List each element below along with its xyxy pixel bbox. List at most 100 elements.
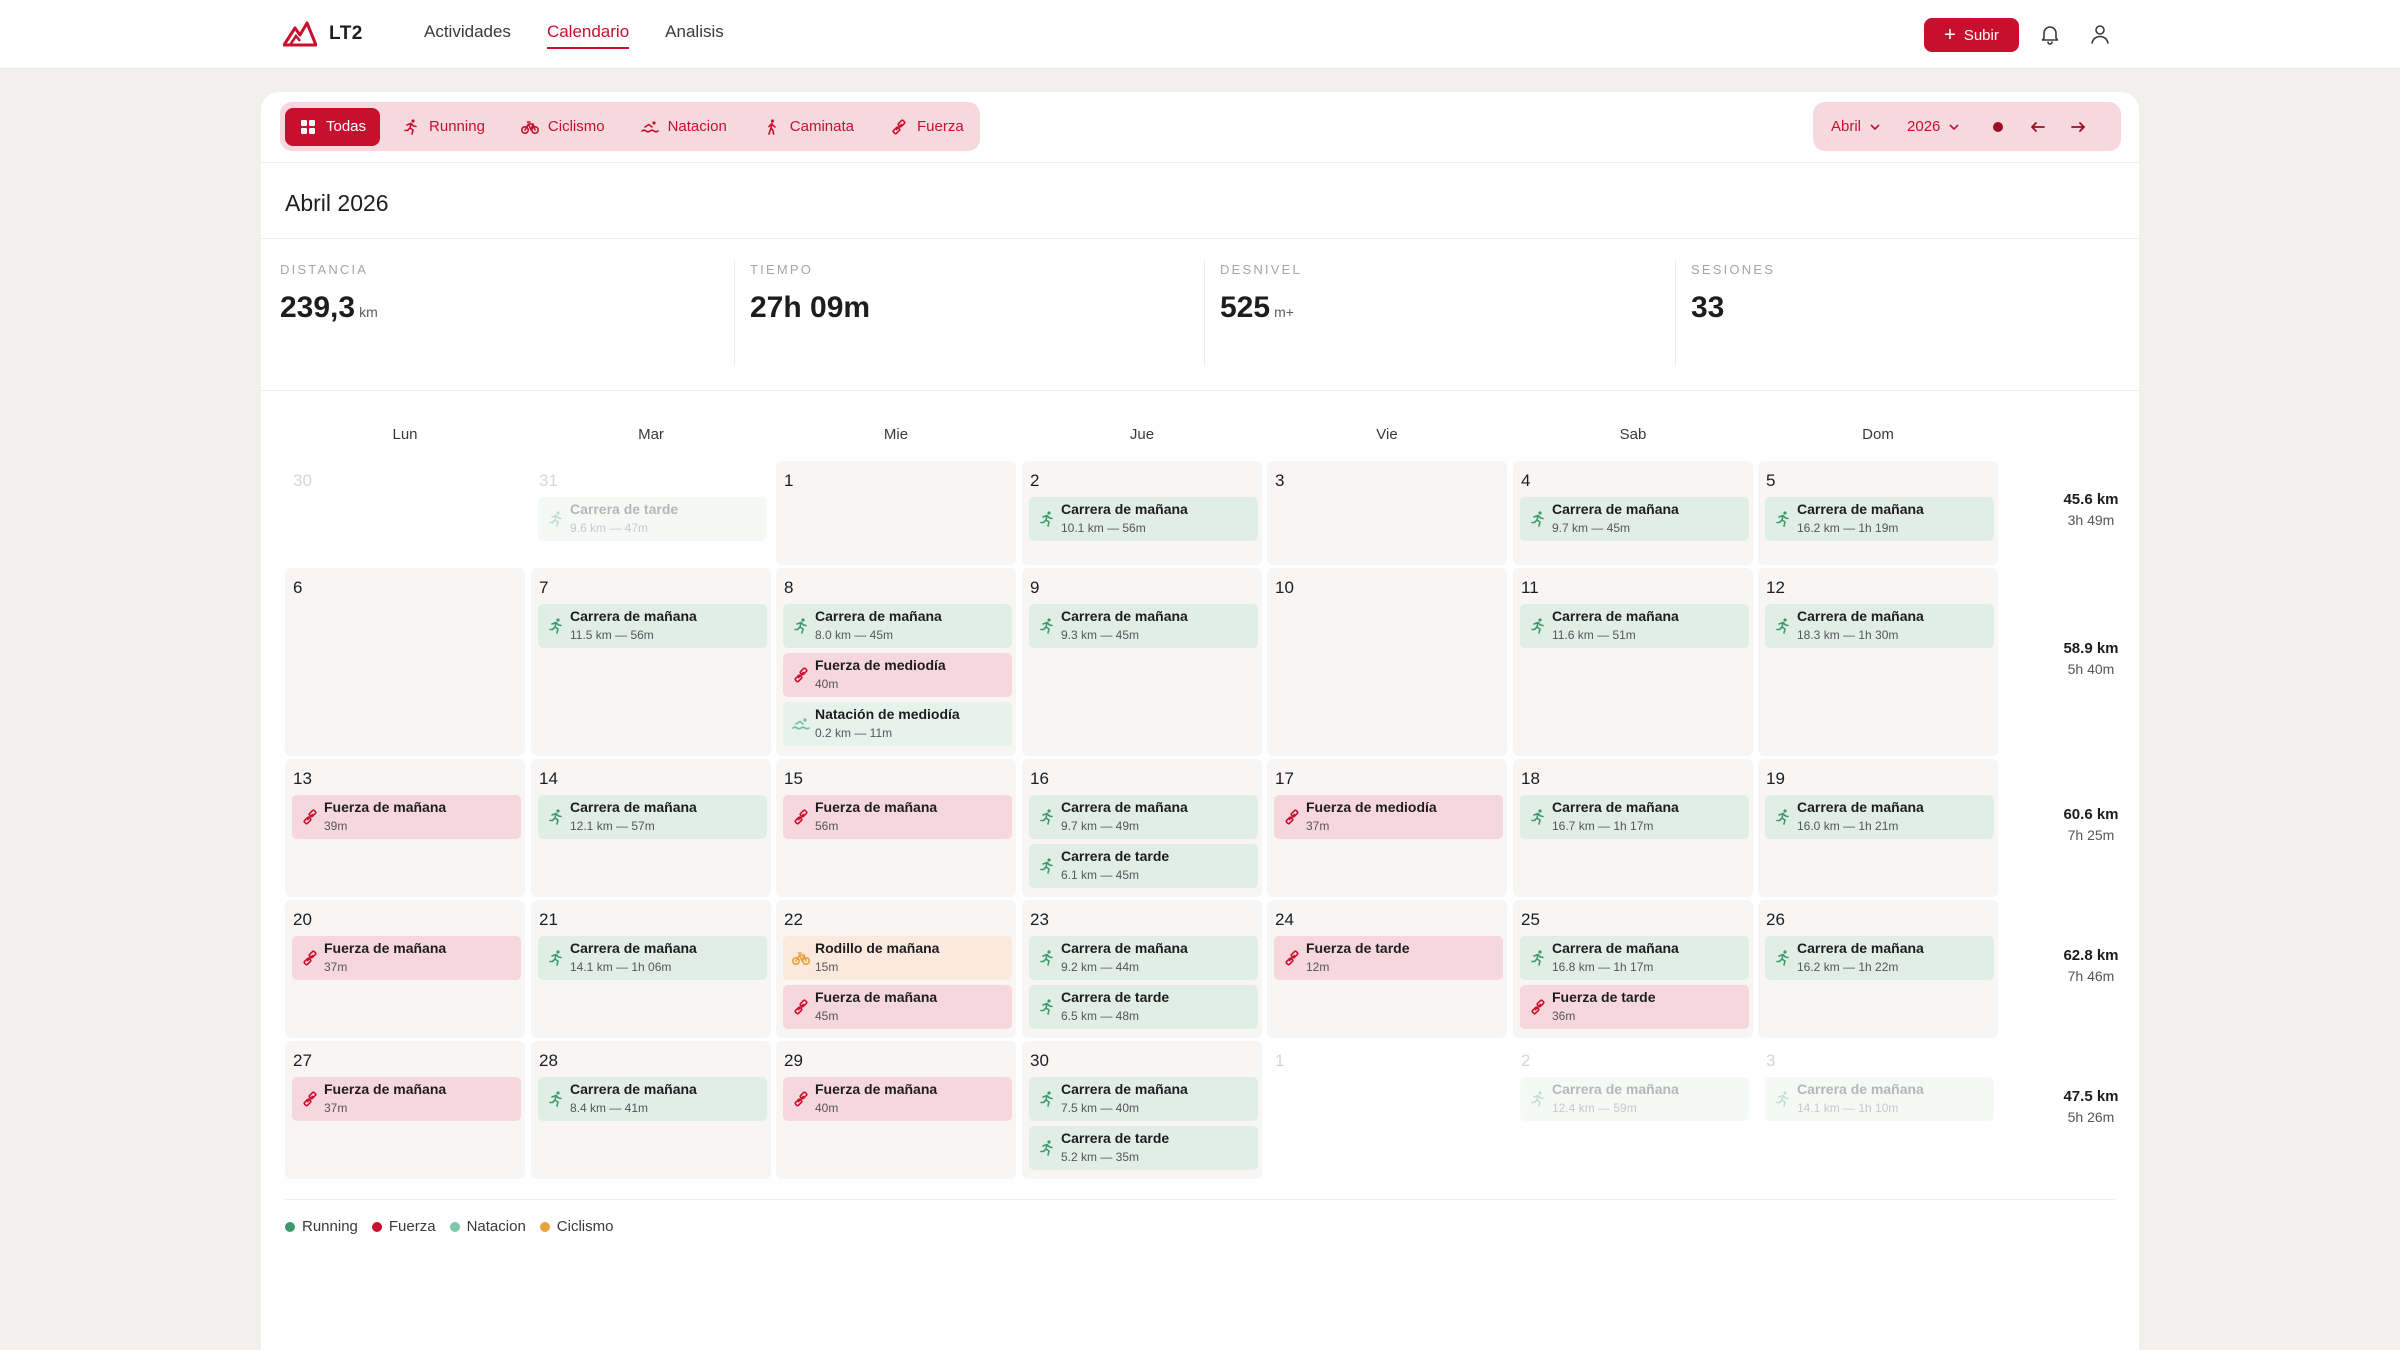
day-cell[interactable]: 29 Fuerza de mañana 40m [776,1041,1016,1179]
strength-event[interactable]: Fuerza de mediodía 40m [783,653,1012,697]
day-cell[interactable]: 11 Carrera de mañana 11.6 km — 51m [1513,568,1753,756]
strength-event[interactable]: Fuerza de tarde 36m [1520,985,1749,1029]
filter-ciclismo[interactable]: Ciclismo [507,108,619,146]
run-event[interactable]: Carrera de mañana 9.3 km — 45m [1029,604,1258,648]
day-cell[interactable]: 27 Fuerza de mañana 37m [285,1041,525,1179]
user-icon[interactable] [2088,22,2112,46]
day-cell[interactable]: 21 Carrera de mañana 14.1 km — 1h 06m [531,900,771,1038]
run-event[interactable]: Carrera de mañana 10.1 km — 56m [1029,497,1258,541]
day-cell[interactable]: 30 [285,461,525,565]
strength-event[interactable]: Fuerza de mañana 39m [292,795,521,839]
day-cell[interactable]: 8 Carrera de mañana 8.0 km — 45m Fuerza de … [776,568,1016,756]
running-icon [547,617,565,635]
day-cell[interactable]: 10 [1267,568,1507,756]
run-event[interactable]: Carrera de mañana 18.3 km — 1h 30m [1765,604,1994,648]
nav-analisis[interactable]: Analisis [665,22,724,49]
day-cell[interactable]: 30 Carrera de mañana 7.5 km — 40m Carrera d… [1022,1041,1262,1179]
strength-event[interactable]: Fuerza de mañana 40m [783,1077,1012,1121]
day-cell[interactable]: 28 Carrera de mañana 8.4 km — 41m [531,1041,771,1179]
plus-icon: + [1944,24,1956,46]
day-cell[interactable]: 1 [776,461,1016,565]
run-event[interactable]: Carrera de mañana 16.2 km — 1h 22m [1765,936,1994,980]
event-title: Carrera de mañana [1797,501,1924,517]
run-event[interactable]: Carrera de mañana 12.1 km — 57m [538,795,767,839]
day-cell[interactable]: 23 Carrera de mañana 9.2 km — 44m Carrera d… [1022,900,1262,1038]
strength-event[interactable]: Fuerza de mediodía 37m [1274,795,1503,839]
swim-event[interactable]: Natación de mediodía 0.2 km — 11m [783,702,1012,746]
day-cell[interactable]: 19 Carrera de mañana 16.0 km — 1h 21m [1758,759,1998,897]
day-cell[interactable]: 15 Fuerza de mañana 56m [776,759,1016,897]
day-cell[interactable]: 2 Carrera de mañana 12.4 km — 59m [1513,1041,1753,1179]
day-cell[interactable]: 12 Carrera de mañana 18.3 km — 1h 30m [1758,568,1998,756]
filter-natacion[interactable]: Natacion [627,108,741,146]
run-event[interactable]: Carrera de mañana 14.1 km — 1h 10m [1765,1077,1994,1121]
nav-calendario[interactable]: Calendario [546,22,630,49]
filter-todas[interactable]: Todas [285,107,381,146]
bike-event[interactable]: Rodillo de mañana 15m [783,936,1012,980]
day-cell[interactable]: 14 Carrera de mañana 12.1 km — 57m [531,759,771,897]
day-cell[interactable]: 26 Carrera de mañana 16.2 km — 1h 22m [1758,900,1998,1038]
run-event[interactable]: Carrera de mañana 11.5 km — 56m [538,604,767,648]
day-cell[interactable]: 5 Carrera de mañana 16.2 km — 1h 19m [1758,461,1998,565]
day-cell[interactable]: 22 Rodillo de mañana 15m Fuerza de mañana 45… [776,900,1016,1038]
legend-dot-icon [539,1221,550,1232]
day-cell[interactable]: 3 Carrera de mañana 14.1 km — 1h 10m [1758,1041,1998,1179]
week-total-distance: 60.6 km [2063,806,2119,823]
upload-button[interactable]: + Subir [1924,18,2019,52]
filter-running[interactable]: Running [388,108,499,146]
filter-caminata[interactable]: Caminata [749,108,868,146]
day-cell[interactable]: 2 Carrera de mañana 10.1 km — 56m [1022,461,1262,565]
nav-actividades[interactable]: Actividades [424,22,511,49]
next-month-button[interactable] [2058,108,2098,146]
strength-event[interactable]: Fuerza de mañana 56m [783,795,1012,839]
day-cell[interactable]: 20 Fuerza de mañana 37m [285,900,525,1038]
run-event[interactable]: Carrera de mañana 11.6 km — 51m [1520,604,1749,648]
calendar-card: Todas Running Ciclismo Natacion Caminata Fuer… [261,92,2139,1350]
run-event[interactable]: Carrera de mañana 8.4 km — 41m [538,1077,767,1121]
event-title: Fuerza de tarde [1552,989,1656,1005]
strength-event[interactable]: Fuerza de mañana 45m [783,985,1012,1029]
day-cell[interactable]: 9 Carrera de mañana 9.3 km — 45m [1022,568,1262,756]
run-event[interactable]: Carrera de mañana 8.0 km — 45m [783,604,1012,648]
stat-label: Tiempo [750,262,814,277]
run-event[interactable]: Carrera de mañana 16.2 km — 1h 19m [1765,497,1994,541]
app-logo[interactable]: LT2 [283,20,363,48]
run-event[interactable]: Carrera de mañana 16.8 km — 1h 17m [1520,936,1749,980]
run-event[interactable]: Carrera de mañana 9.2 km — 44m [1029,936,1258,980]
run-event[interactable]: Carrera de mañana 7.5 km — 40m [1029,1077,1258,1121]
strength-event[interactable]: Fuerza de mañana 37m [292,936,521,980]
day-cell[interactable]: 13 Fuerza de mañana 39m [285,759,525,897]
day-cell[interactable]: 3 [1267,461,1507,565]
run-event[interactable]: Carrera de tarde 9.6 km — 47m [538,497,767,541]
run-event[interactable]: Carrera de mañana 12.4 km — 59m [1520,1077,1749,1121]
run-event[interactable]: Carrera de mañana 16.0 km — 1h 21m [1765,795,1994,839]
event-title: Carrera de mañana [1552,940,1679,956]
day-cell[interactable]: 6 [285,568,525,756]
run-event[interactable]: Carrera de mañana 16.7 km — 1h 17m [1520,795,1749,839]
day-number: 5 [1766,471,1776,490]
run-event[interactable]: Carrera de mañana 9.7 km — 49m [1029,795,1258,839]
month-select[interactable]: Abril [1823,118,1889,135]
run-event[interactable]: Carrera de tarde 5.2 km — 35m [1029,1126,1258,1170]
filter-fuerza[interactable]: Fuerza [876,108,978,146]
running-icon [547,949,565,967]
bell-icon[interactable] [2038,22,2062,46]
day-cell[interactable]: 7 Carrera de mañana 11.5 km — 56m [531,568,771,756]
run-event[interactable]: Carrera de tarde 6.5 km — 48m [1029,985,1258,1029]
year-select[interactable]: 2026 [1899,118,1968,135]
run-event[interactable]: Carrera de mañana 9.7 km — 45m [1520,497,1749,541]
strength-event[interactable]: Fuerza de tarde 12m [1274,936,1503,980]
day-cell[interactable]: 1 [1267,1041,1507,1179]
run-event[interactable]: Carrera de tarde 6.1 km — 45m [1029,844,1258,888]
strength-event[interactable]: Fuerza de mañana 37m [292,1077,521,1121]
day-cell[interactable]: 25 Carrera de mañana 16.8 km — 1h 17m Fuerz… [1513,900,1753,1038]
day-cell[interactable]: 31 Carrera de tarde 9.6 km — 47m [531,461,771,565]
day-cell[interactable]: 18 Carrera de mañana 16.7 km — 1h 17m [1513,759,1753,897]
previous-month-button[interactable] [2018,108,2058,146]
today-button[interactable] [1978,108,2018,146]
day-cell[interactable]: 24 Fuerza de tarde 12m [1267,900,1507,1038]
day-cell[interactable]: 17 Fuerza de mediodía 37m [1267,759,1507,897]
run-event[interactable]: Carrera de mañana 14.1 km — 1h 06m [538,936,767,980]
day-cell[interactable]: 4 Carrera de mañana 9.7 km — 45m [1513,461,1753,565]
day-cell[interactable]: 16 Carrera de mañana 9.7 km — 49m Carrera d… [1022,759,1262,897]
